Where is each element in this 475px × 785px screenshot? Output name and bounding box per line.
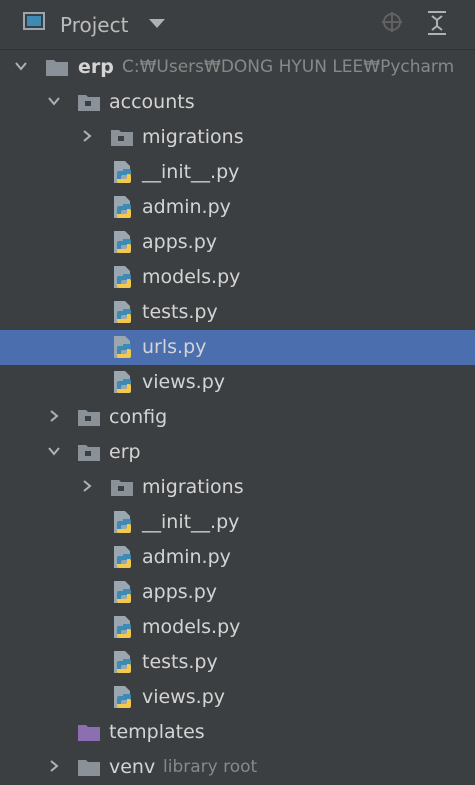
tree-item-file-selected[interactable]: urls.py [0, 330, 475, 365]
tree-item-venv[interactable]: venv library root [0, 750, 475, 785]
chevron-right-icon[interactable] [80, 479, 94, 493]
chevron-down-icon[interactable] [47, 94, 61, 108]
project-window-icon [23, 12, 45, 30]
tree-item-erp-root[interactable]: erp C:₩Users₩DONG HYUN LEE₩Pycharm [0, 50, 475, 85]
tree-item-label: accounts [109, 91, 195, 113]
python-file-icon [114, 651, 131, 673]
tree-item-file[interactable]: tests.py [0, 295, 475, 330]
python-file-icon [114, 546, 131, 568]
tree-item-file[interactable]: views.py [0, 365, 475, 400]
python-file-icon [114, 511, 131, 533]
tree-item-label: config [109, 406, 168, 428]
tree-item-label: admin.py [142, 546, 231, 568]
tree-item-label: models.py [142, 616, 241, 638]
tree-item-templates[interactable]: templates [0, 715, 475, 750]
package-folder-icon [111, 130, 133, 146]
tree-item-accounts[interactable]: accounts [0, 85, 475, 120]
tree-item-label: erp [109, 441, 141, 463]
project-view-title[interactable]: Project [60, 13, 128, 37]
python-file-icon [114, 686, 131, 708]
tree-item-label: erp [78, 56, 114, 78]
folder-icon [78, 760, 100, 776]
python-file-icon [114, 616, 131, 638]
view-selector-dropdown-icon[interactable] [149, 19, 165, 28]
package-folder-icon [78, 410, 100, 426]
python-file-icon [114, 266, 131, 288]
tree-item-label: __init__.py [142, 511, 240, 533]
chevron-down-icon[interactable] [47, 444, 61, 458]
python-file-icon [114, 581, 131, 603]
package-folder-icon [78, 95, 100, 111]
tree-item-label: views.py [142, 686, 225, 708]
tree-item-file[interactable]: __init__.py [0, 505, 475, 540]
python-file-icon [114, 231, 131, 253]
project-tool-window-header: Project [0, 0, 475, 50]
tree-item-label: apps.py [142, 581, 218, 603]
tree-item-label: tests.py [142, 301, 218, 323]
tree-item-label: migrations [142, 476, 244, 498]
expand-collapse-icon[interactable] [427, 10, 447, 36]
tree-item-erp-migrations[interactable]: migrations [0, 470, 475, 505]
python-file-icon [114, 371, 131, 393]
chevron-right-icon[interactable] [47, 759, 61, 773]
tree-item-config[interactable]: config [0, 400, 475, 435]
python-file-icon [114, 301, 131, 323]
folder-icon [46, 60, 68, 76]
tree-item-file[interactable]: __init__.py [0, 155, 475, 190]
chevron-right-icon[interactable] [47, 409, 61, 423]
project-path: C:₩Users₩DONG HYUN LEE₩Pycharm [122, 57, 455, 77]
python-file-icon [114, 196, 131, 218]
tree-item-file[interactable]: apps.py [0, 575, 475, 610]
chevron-right-icon[interactable] [80, 129, 94, 143]
tree-item-file[interactable]: admin.py [0, 190, 475, 225]
tree-item-label: templates [109, 721, 205, 743]
templates-folder-icon [78, 725, 100, 741]
package-folder-icon [78, 445, 100, 461]
tree-item-file[interactable]: tests.py [0, 645, 475, 680]
tree-item-label: migrations [142, 126, 244, 148]
tree-item-label: urls.py [142, 336, 207, 358]
python-file-icon [114, 161, 131, 183]
tree-item-label: models.py [142, 266, 241, 288]
python-file-icon [114, 336, 131, 358]
tree-item-file[interactable]: models.py [0, 260, 475, 295]
tree-item-label: tests.py [142, 651, 218, 673]
chevron-down-icon[interactable] [14, 59, 28, 73]
tree-item-file[interactable]: models.py [0, 610, 475, 645]
tree-item-file[interactable]: views.py [0, 680, 475, 715]
tree-item-erp[interactable]: erp [0, 435, 475, 470]
tree-item-label: apps.py [142, 231, 218, 253]
locate-file-icon[interactable] [381, 11, 403, 33]
tree-item-file[interactable]: apps.py [0, 225, 475, 260]
tree-item-file[interactable]: admin.py [0, 540, 475, 575]
tree-item-label: venv [109, 756, 156, 778]
tree-item-label: admin.py [142, 196, 231, 218]
tree-item-accounts-migrations[interactable]: migrations [0, 120, 475, 155]
tree-item-label: views.py [142, 371, 225, 393]
tree-item-label: __init__.py [142, 161, 240, 183]
library-root-note: library root [163, 757, 258, 777]
package-folder-icon [111, 480, 133, 496]
